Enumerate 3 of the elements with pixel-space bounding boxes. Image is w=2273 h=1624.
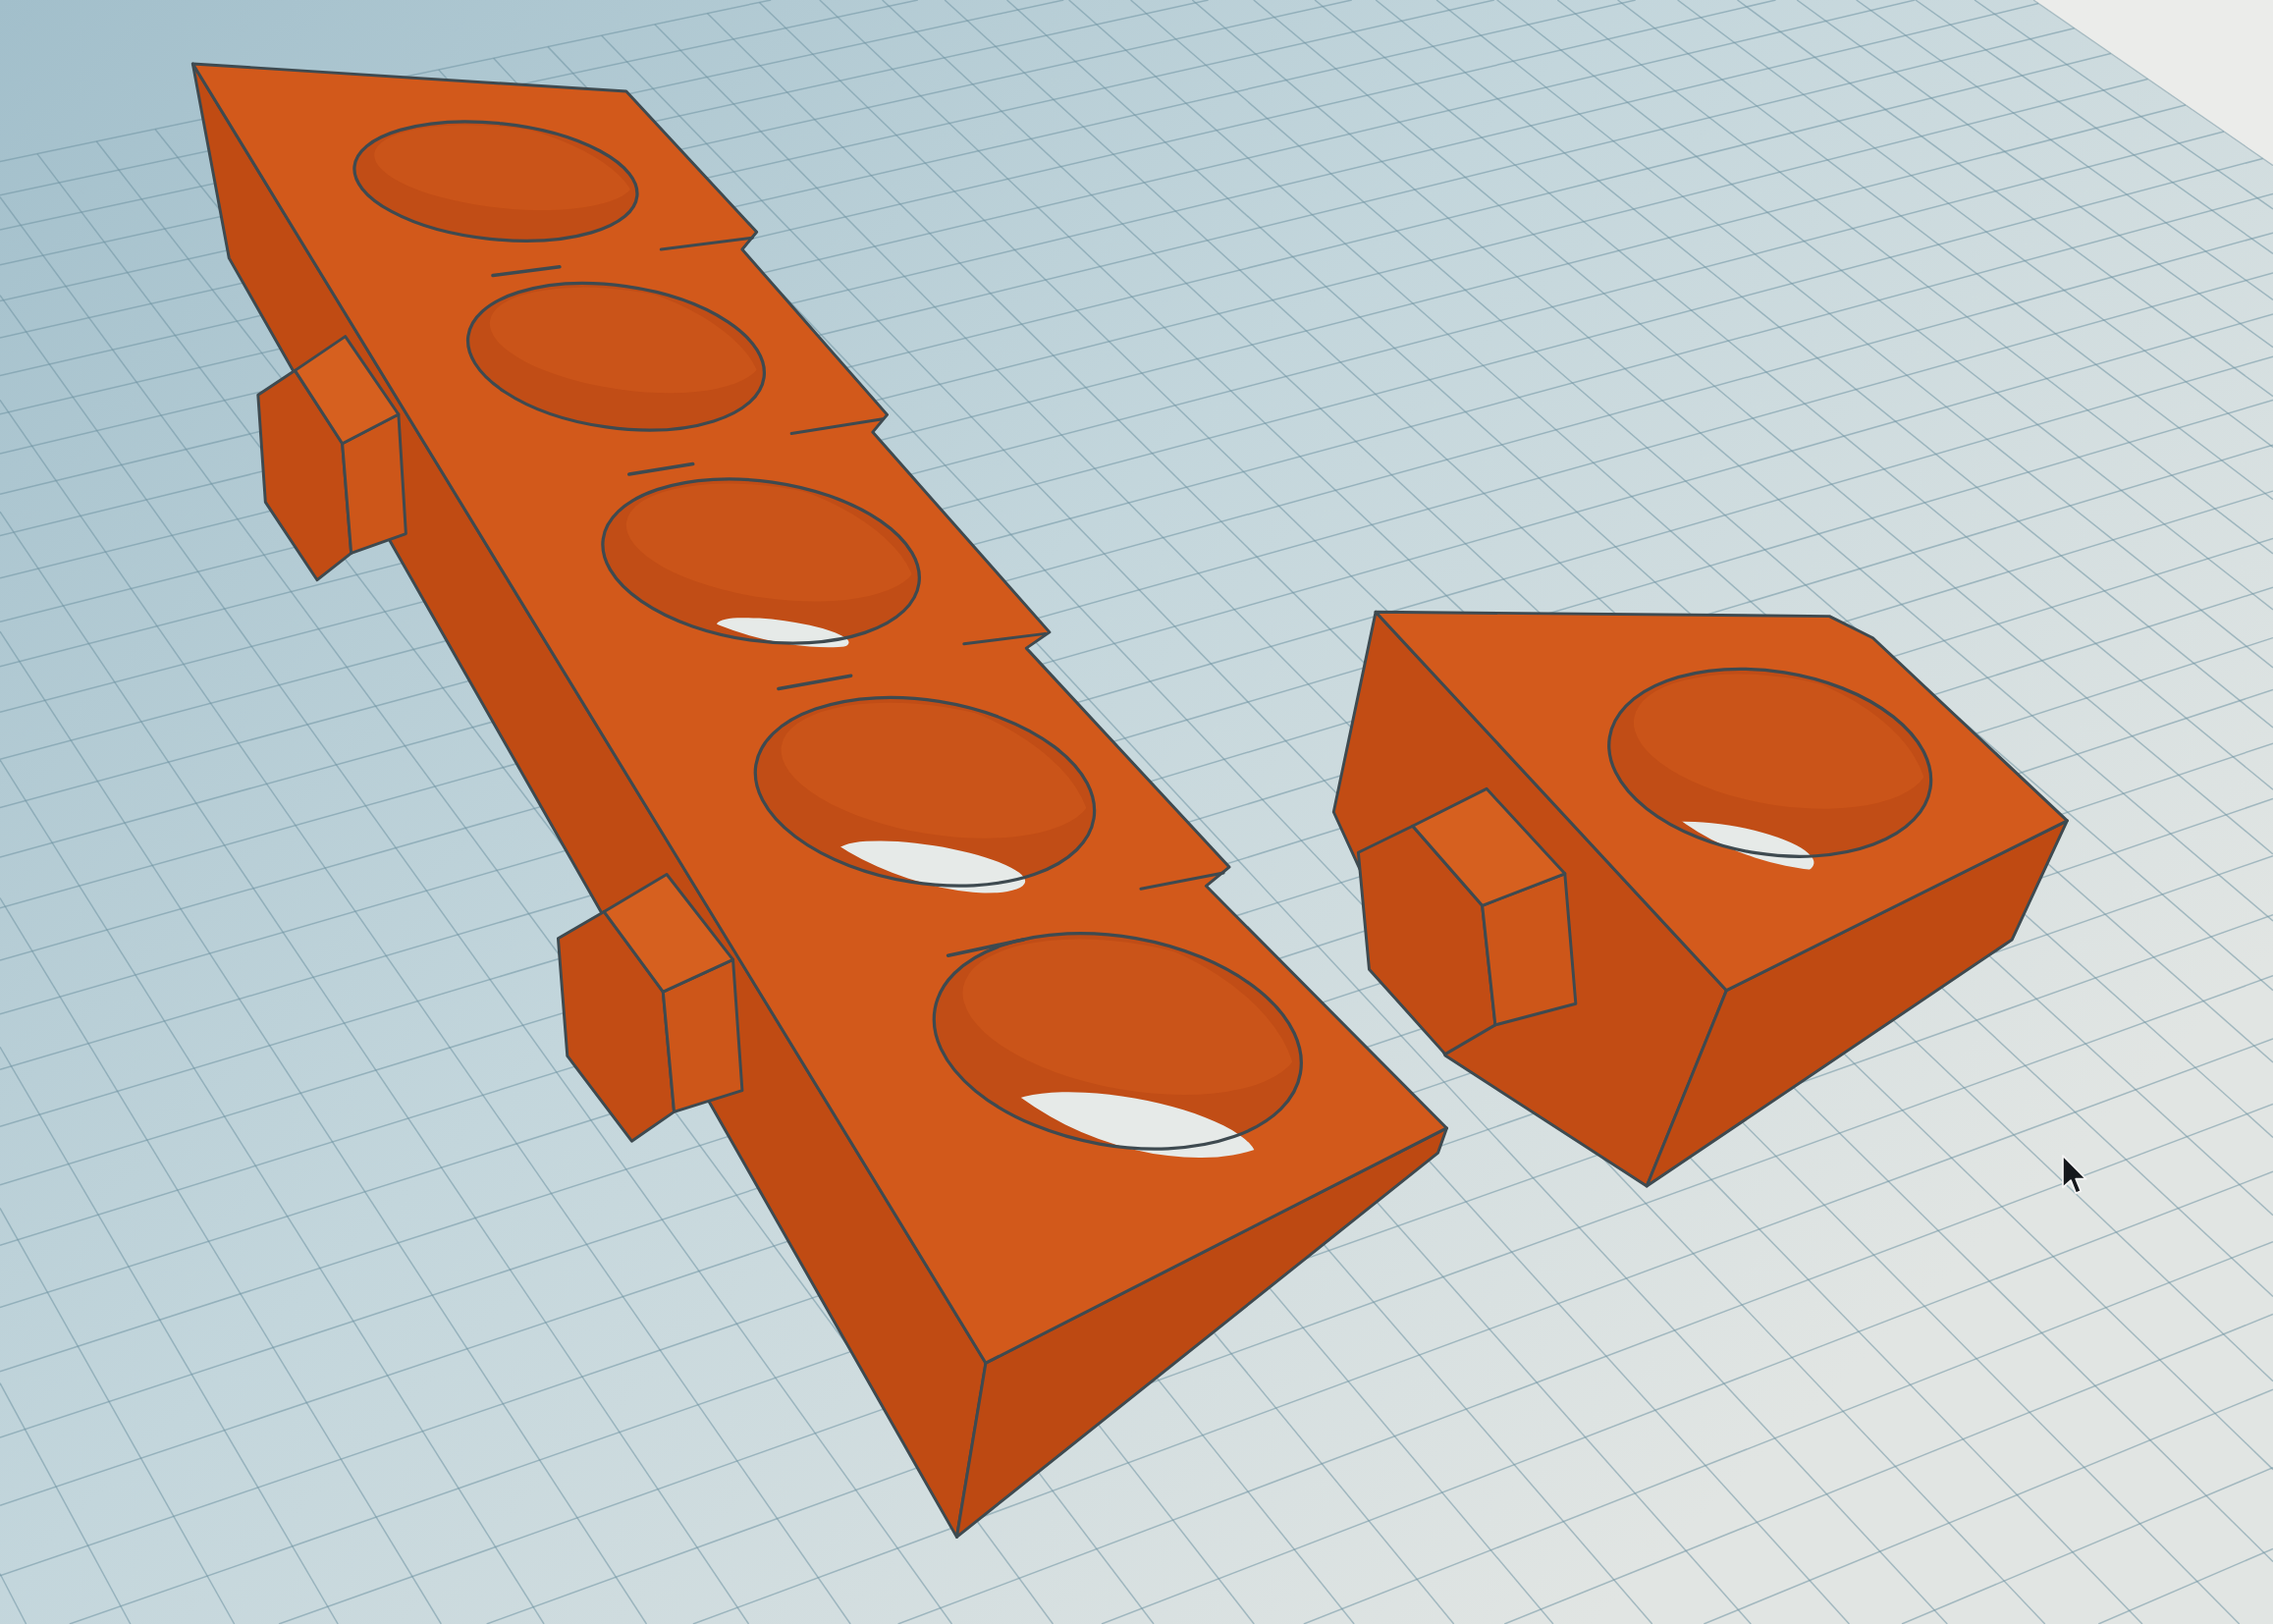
seam-line [627,461,695,476]
cursor-icon [2062,1155,2087,1195]
seam-line [491,264,562,278]
